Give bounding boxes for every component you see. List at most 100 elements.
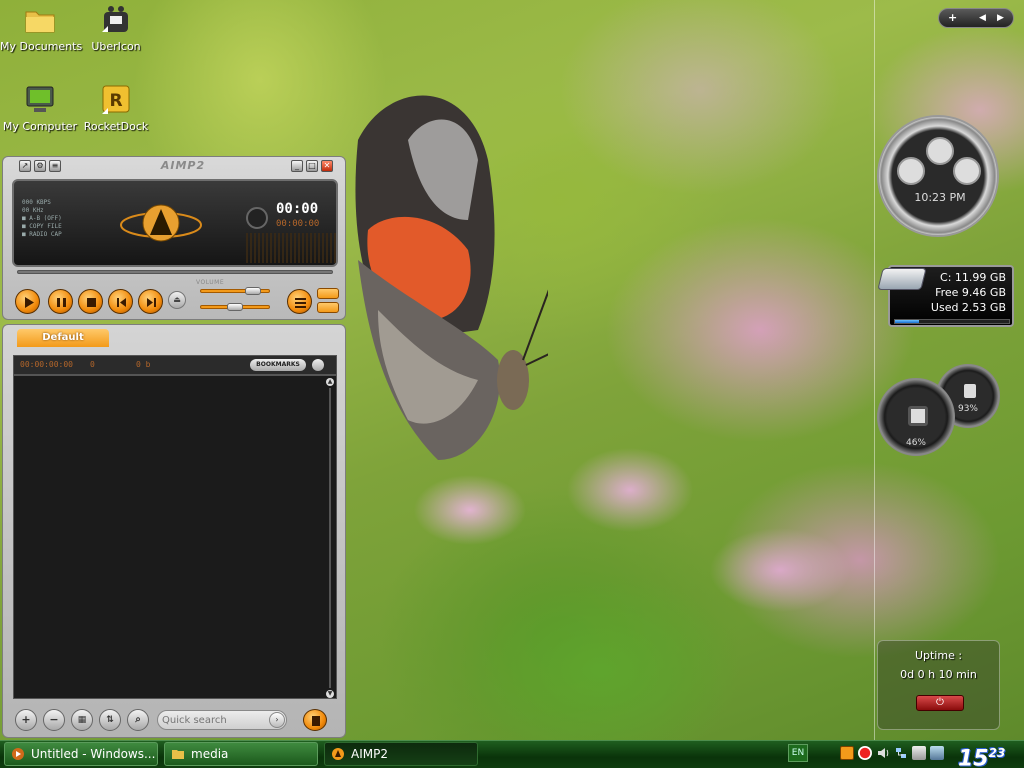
close-button[interactable]: ✕ xyxy=(321,160,333,172)
safely-remove-icon[interactable] xyxy=(930,746,944,760)
next-button[interactable] xyxy=(138,289,163,314)
computer-icon xyxy=(24,84,56,116)
search-go-button[interactable]: › xyxy=(269,712,285,728)
desktop-icon-rocketdock[interactable]: R RocketDock xyxy=(76,84,156,133)
sidebar-divider xyxy=(874,0,875,740)
shutdown-button[interactable]: ⏻ xyxy=(916,695,964,711)
aimp-display: 000 KBPS 00 KHz ■ A-B (OFF) ■ COPY FILE … xyxy=(12,179,338,267)
pause-button[interactable] xyxy=(48,289,73,314)
aimp-menu-button[interactable]: ↗ xyxy=(19,160,31,172)
playlist-scrollbar[interactable]: ▲ ▼ xyxy=(326,378,334,698)
playlist-menu-button[interactable] xyxy=(303,709,327,731)
task-label: media xyxy=(191,747,229,761)
playlist-duration: 00:00:00:00 xyxy=(20,360,73,369)
clock-subdial xyxy=(926,137,954,165)
volume-icon[interactable] xyxy=(876,746,890,760)
drive-usage-bar xyxy=(894,319,1010,324)
desktop-icon-my-computer[interactable]: My Computer xyxy=(0,84,80,133)
minimize-button[interactable]: _ xyxy=(291,160,303,172)
balance-knob[interactable] xyxy=(227,303,243,311)
add-gadget-icon[interactable]: + xyxy=(948,11,957,24)
task-label: Untitled - Windows... xyxy=(31,747,156,761)
taskbar-task-windows-media[interactable]: Untitled - Windows... xyxy=(4,742,158,766)
playlist-count: 0 xyxy=(90,360,95,369)
memory-icon xyxy=(964,384,976,398)
aimp-player-panel: ↗ ⚙ ≡ AIMP2 _ □ ✕ 000 KBPS 00 KHz ■ A-B … xyxy=(2,156,346,320)
maximize-button[interactable]: □ xyxy=(306,160,318,172)
volume-knob[interactable] xyxy=(244,287,261,295)
aimp-spectrum xyxy=(246,233,338,263)
sort-icon: ⇅ xyxy=(106,715,114,725)
desktop-icon-label: My Computer xyxy=(2,120,78,133)
aimp-tray-icon[interactable] xyxy=(840,746,854,760)
clock-gadget[interactable]: 10:23 PM xyxy=(877,115,999,237)
task-label: AIMP2 xyxy=(351,747,388,761)
rocketdock-icon: R xyxy=(100,84,132,116)
aimp-info-lines: 000 KBPS 00 KHz ■ A-B (OFF) ■ COPY FILE … xyxy=(22,199,62,238)
quick-search-input[interactable] xyxy=(162,713,262,727)
taskbar-task-media-folder[interactable]: media xyxy=(164,742,318,766)
stop-button[interactable] xyxy=(78,289,103,314)
aimp-eq-button[interactable]: ≡ xyxy=(49,160,61,172)
network-icon[interactable] xyxy=(894,746,908,760)
scroll-up-icon[interactable]: ▲ xyxy=(326,378,334,386)
repeat-button[interactable] xyxy=(317,288,339,299)
playlist-toggle-button[interactable] xyxy=(287,289,312,314)
aimp-settings-button[interactable]: ⚙ xyxy=(34,160,46,172)
aimp-titlebar[interactable]: ↗ ⚙ ≡ AIMP2 _ □ ✕ xyxy=(3,157,347,175)
scroll-down-icon[interactable]: ▼ xyxy=(326,690,334,698)
plus-icon: + xyxy=(21,713,31,726)
playlist-summary: 00:00:00:00 0 0 b BOOKMARKS xyxy=(13,355,337,375)
previous-page-icon[interactable]: ◀ xyxy=(979,13,986,23)
desktop-icon-ubericon[interactable]: UberIcon xyxy=(76,4,156,53)
language-indicator[interactable]: EN xyxy=(788,744,808,762)
cpu-icon xyxy=(908,406,928,426)
playlist-list[interactable]: ▲ ▼ xyxy=(13,375,337,699)
select-button[interactable]: ▦ xyxy=(71,709,93,731)
play-button[interactable] xyxy=(15,289,40,314)
wallpaper-butterfly xyxy=(355,95,548,460)
seek-bar[interactable] xyxy=(17,270,333,274)
search-icon: ⌕ xyxy=(135,714,141,725)
previous-button[interactable] xyxy=(108,289,133,314)
aimp-icon xyxy=(332,748,344,760)
clock-minute: 23 xyxy=(988,746,1006,760)
desktop-icon-my-documents[interactable]: My Documents xyxy=(0,4,83,53)
aimp-playlist-panel: Default 00:00:00:00 0 0 b BOOKMARKS ▲ ▼ … xyxy=(2,324,346,738)
media-player-icon xyxy=(12,748,24,760)
bookmarks-button[interactable]: BOOKMARKS xyxy=(250,359,306,371)
aimp-title: AIMP2 xyxy=(160,159,206,172)
desktop-icon-label: My Documents xyxy=(0,40,83,53)
add-files-button[interactable]: + xyxy=(15,709,37,731)
clock-subdial xyxy=(953,157,981,185)
cpu-meter-gadget[interactable]: 46% xyxy=(877,378,955,456)
drive-free: Free 9.46 GB xyxy=(935,286,1006,299)
sort-button[interactable]: ⇅ xyxy=(99,709,121,731)
find-button[interactable]: ⌕ xyxy=(127,709,149,731)
eject-button[interactable]: ⏏ xyxy=(168,291,186,309)
stop-icon xyxy=(87,298,96,307)
play-icon xyxy=(25,297,34,308)
pause-icon xyxy=(57,298,66,307)
aimp-time-remaining: 00:00:00 xyxy=(276,219,320,229)
playlist-options-button[interactable] xyxy=(312,359,324,371)
shuffle-button[interactable] xyxy=(317,302,339,313)
next-page-icon[interactable]: ▶ xyxy=(997,13,1004,23)
previous-icon xyxy=(117,298,126,307)
ubericon-icon xyxy=(100,4,132,36)
aimp-time: 00:00 xyxy=(276,201,319,217)
gadget-controls: + ◀ ▶ xyxy=(938,8,1014,28)
hard-drive-icon xyxy=(877,268,927,290)
aimp-logo-icon xyxy=(120,204,202,242)
remove-files-button[interactable]: − xyxy=(43,709,65,731)
power-icon: ⏻ xyxy=(936,697,944,708)
taskbar-task-aimp[interactable]: AIMP2 xyxy=(324,742,478,766)
display-icon[interactable] xyxy=(912,746,926,760)
security-shield-icon[interactable] xyxy=(858,746,872,760)
taskbar-clock[interactable]: 1523 xyxy=(958,740,1018,768)
clock-hour: 15 xyxy=(958,746,989,768)
aimp-window: ↗ ⚙ ≡ AIMP2 _ □ ✕ 000 KBPS 00 KHz ■ A-B … xyxy=(2,156,346,738)
tab-default-playlist[interactable]: Default xyxy=(17,329,109,347)
aimp-display-knob[interactable] xyxy=(246,207,268,229)
svg-text:R: R xyxy=(109,91,122,111)
